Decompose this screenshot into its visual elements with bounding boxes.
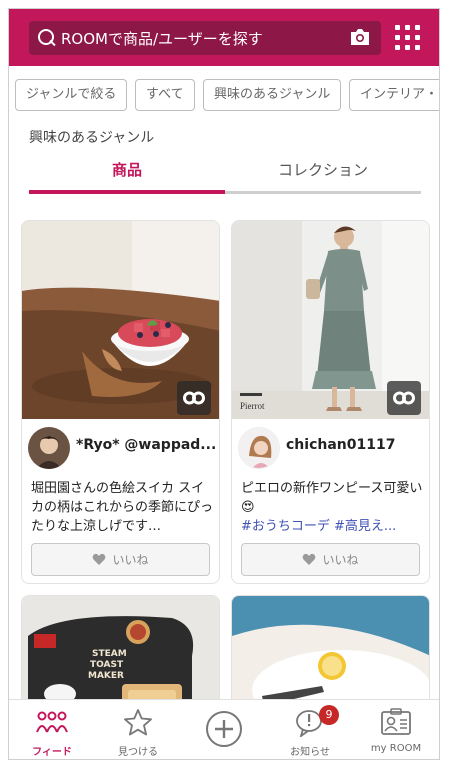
- avatar[interactable]: [28, 427, 70, 469]
- tab-collections[interactable]: コレクション: [225, 159, 421, 191]
- search-bar[interactable]: ROOMで商品/ユーザーを探す: [29, 21, 381, 55]
- search-icon: [37, 28, 57, 48]
- collection-icon[interactable]: [177, 381, 211, 415]
- camera-icon[interactable]: [349, 28, 371, 46]
- avatar[interactable]: [238, 427, 280, 469]
- post-text: ピエロの新作ワンピース可愛い😍: [241, 481, 423, 515]
- star-icon: [124, 709, 152, 736]
- like-button[interactable]: いいね: [31, 543, 210, 576]
- chip-interior[interactable]: インテリア・: [349, 79, 439, 111]
- chip-all[interactable]: すべて: [135, 79, 195, 111]
- nav-notifications-label: お知らせ: [290, 747, 330, 758]
- feed-icon: [36, 711, 68, 733]
- heart-icon: [93, 553, 106, 565]
- nav-my-room-label: my ROOM: [370, 743, 422, 754]
- post-hashtags[interactable]: #おうちコーデ #高見え...: [241, 519, 396, 534]
- nav-add-post[interactable]: [181, 700, 267, 759]
- top-bar: ROOMで商品/ユーザーを探す: [9, 9, 439, 66]
- product-card[interactable]: *Ryo* @wappad... 堀田園さんの色絵スイカ スイカの柄はこれからの…: [21, 220, 220, 584]
- profile-icon: [381, 708, 411, 735]
- post-description: 堀田園さんの色絵スイカ スイカの柄はこれからの季節にぴったりな上涼しげです…: [31, 481, 214, 534]
- bottom-navigation: フィード 見つける 9 お知らせ my ROOM: [9, 699, 439, 759]
- like-label: いいね: [112, 553, 149, 567]
- nav-discover[interactable]: 見つける: [95, 700, 181, 759]
- app-screen: ROOMで商品/ユーザーを探す ジャンルで絞る すべて 興味のあるジャンル イン…: [8, 8, 440, 760]
- like-button[interactable]: いいね: [241, 543, 420, 576]
- nav-notifications[interactable]: 9 お知らせ: [267, 700, 353, 759]
- chip-genre-filter[interactable]: ジャンルで絞る: [15, 79, 128, 111]
- package-label: STEAM TOAST MAKER: [88, 649, 127, 681]
- collection-icon[interactable]: [387, 381, 421, 415]
- tab-indicator-active: [29, 190, 225, 194]
- menu-grid-icon[interactable]: [395, 25, 421, 51]
- tab-products[interactable]: 商品: [29, 159, 225, 191]
- like-label: いいね: [322, 553, 359, 567]
- search-placeholder: ROOMで商品/ユーザーを探す: [61, 29, 263, 48]
- nav-my-room[interactable]: my ROOM: [353, 700, 439, 759]
- heart-icon: [303, 553, 316, 565]
- nav-feed-label: フィード: [32, 747, 72, 758]
- notification-badge: 9: [319, 705, 339, 725]
- product-card[interactable]: Pierrot chichan01117 ピエロの新作ワンピース可愛い😍 #おう…: [231, 220, 430, 584]
- nav-feed[interactable]: フィード: [9, 700, 95, 759]
- section-title: 興味のあるジャンル: [29, 130, 155, 146]
- post-description: ピエロの新作ワンピース可愛い😍 #おうちコーデ #高見え...: [241, 479, 423, 536]
- brand-watermark: Pierrot: [240, 401, 265, 411]
- nav-discover-label: 見つける: [118, 747, 158, 758]
- tab-indicator-inactive: [225, 191, 421, 194]
- chip-interested-genre[interactable]: 興味のあるジャンル: [203, 79, 342, 111]
- plus-icon: [206, 711, 242, 747]
- filter-chips: ジャンルで絞る すべて 興味のあるジャンル インテリア・: [9, 79, 439, 113]
- username[interactable]: *Ryo* @wappad...: [76, 437, 216, 453]
- username[interactable]: chichan01117: [286, 437, 395, 453]
